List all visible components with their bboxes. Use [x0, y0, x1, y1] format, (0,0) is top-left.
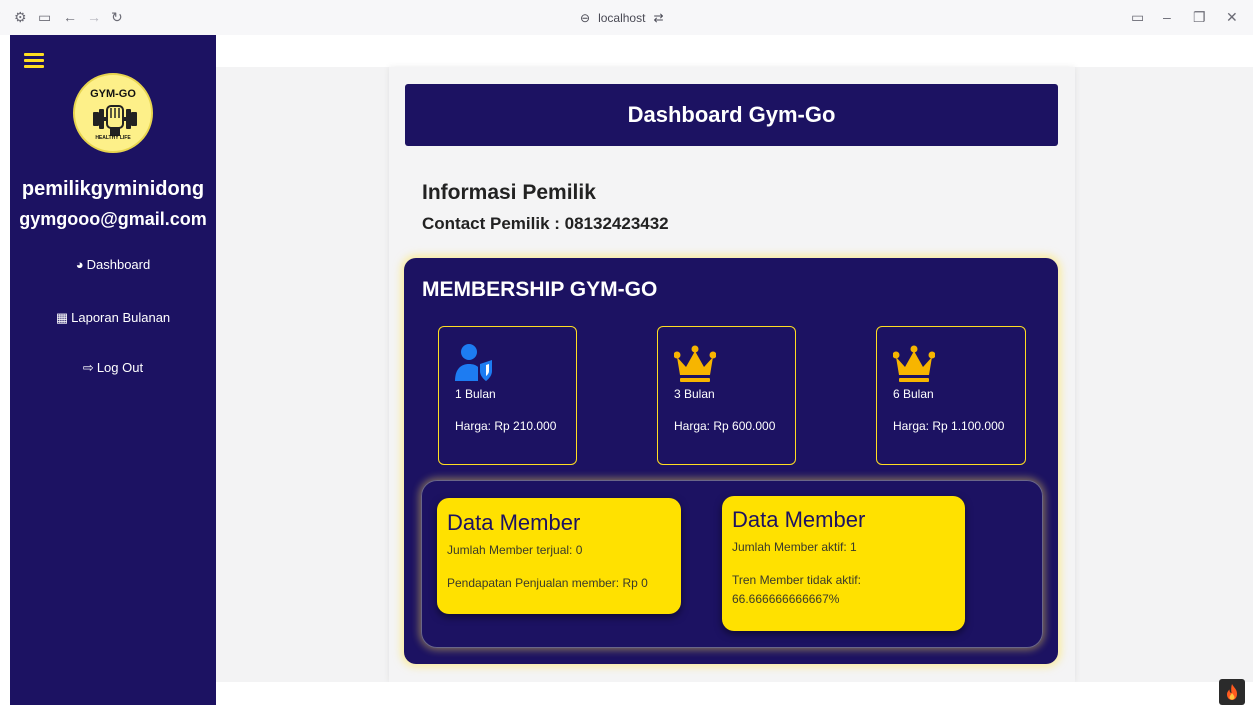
owner-contact: Contact Pemilik : 08132423432: [422, 214, 669, 233]
sidebar-toggle-icon[interactable]: ▭: [38, 10, 51, 24]
extensions-icon[interactable]: ⚙: [14, 10, 27, 24]
nav-dashboard[interactable]: ◕ Dashboard: [10, 257, 216, 272]
address-bar[interactable]: ⊖ localhost ⇄: [580, 11, 664, 25]
plan-price: Harga: Rp 1.100.000: [893, 419, 1005, 433]
plan-price: Harga: Rp 600.000: [674, 419, 776, 433]
nav-laporan-label: Laporan Bulanan: [71, 310, 171, 325]
plan-name: 6 Bulan: [893, 387, 934, 401]
address-text: localhost: [598, 11, 646, 25]
owner-info-title: Informasi Pemilik: [422, 181, 596, 204]
back-icon[interactable]: ←: [63, 10, 77, 24]
hamburger-menu-icon[interactable]: [24, 53, 44, 68]
page-title: Dashboard Gym-Go: [405, 84, 1058, 146]
sidebar: GYM-GO HEALTHY LIFE pemilikgyminidong gy…: [10, 35, 216, 705]
plan-card-6-bulan[interactable]: 6 Bulan Harga: Rp 1.100.000: [876, 326, 1026, 465]
card-title: Data Member: [447, 510, 581, 535]
membership-title: MEMBERSHIP GYM-GO: [422, 278, 658, 301]
gym-go-logo: GYM-GO HEALTHY LIFE: [73, 73, 153, 153]
tachometer-icon: ◕: [75, 257, 84, 272]
member-sales-card: Data Member Jumlah Member terjual: 0 Pen…: [437, 498, 681, 614]
close-window-icon[interactable]: ✕: [1226, 10, 1238, 24]
minimize-icon[interactable]: –: [1163, 10, 1171, 24]
plan-name: 1 Bulan: [455, 387, 496, 401]
plan-card-3-bulan[interactable]: 3 Bulan Harga: Rp 600.000: [657, 326, 796, 465]
calendar-icon: ▦: [55, 310, 69, 325]
nav-logout-label: Log Out: [96, 360, 144, 375]
crown-icon: [893, 345, 935, 382]
plan-price: Harga: Rp 210.000: [455, 419, 557, 433]
logo-tagline: HEALTHY LIFE: [95, 135, 131, 141]
sign-out-icon: ⇨: [82, 360, 94, 375]
member-revenue: Pendapatan Penjualan member: Rp 0: [447, 576, 648, 590]
nav-dashboard-label: Dashboard: [86, 257, 151, 272]
card-title: Data Member: [732, 507, 866, 532]
owner-name: pemilikgyminidong: [21, 178, 205, 200]
owner-email: gymgooo@gmail.com: [19, 209, 207, 229]
plan-name: 3 Bulan: [674, 387, 715, 401]
footer-area: [216, 682, 1253, 705]
debug-toolbar-button[interactable]: [1219, 679, 1245, 705]
inactive-trend-value: 66.666666666667%: [732, 592, 840, 606]
inactive-trend-label: Tren Member tidak aktif:: [732, 573, 861, 587]
crown-icon: [674, 345, 716, 382]
logo-title: GYM-GO: [90, 88, 136, 100]
reload-icon[interactable]: ↻: [111, 10, 123, 24]
nav-log-out[interactable]: ⇨ Log Out: [10, 360, 216, 376]
restore-icon[interactable]: ❐: [1193, 10, 1206, 24]
active-members: Jumlah Member aktif: 1: [732, 540, 857, 554]
browser-toolbar: ⚙ ▭ ← → ↻ ⊖ localhost ⇄ ▭ – ❐ ✕: [0, 0, 1253, 35]
forward-icon[interactable]: →: [87, 10, 101, 24]
flame-icon: [1227, 684, 1237, 700]
top-navbar: [216, 35, 1253, 67]
member-active-card: Data Member Jumlah Member aktif: 1 Tren …: [722, 496, 965, 631]
dumbbell-fist-icon: [93, 105, 137, 136]
site-info-icon[interactable]: ⊖: [580, 11, 590, 25]
user-shield-icon: [455, 344, 492, 381]
members-sold: Jumlah Member terjual: 0: [447, 543, 583, 557]
split-view-icon[interactable]: ▭: [1131, 10, 1144, 24]
tune-icon[interactable]: ⇄: [653, 11, 663, 25]
nav-laporan-bulanan[interactable]: ▦ Laporan Bulanan: [10, 310, 216, 326]
plan-card-1-bulan[interactable]: 1 Bulan Harga: Rp 210.000: [438, 326, 577, 465]
